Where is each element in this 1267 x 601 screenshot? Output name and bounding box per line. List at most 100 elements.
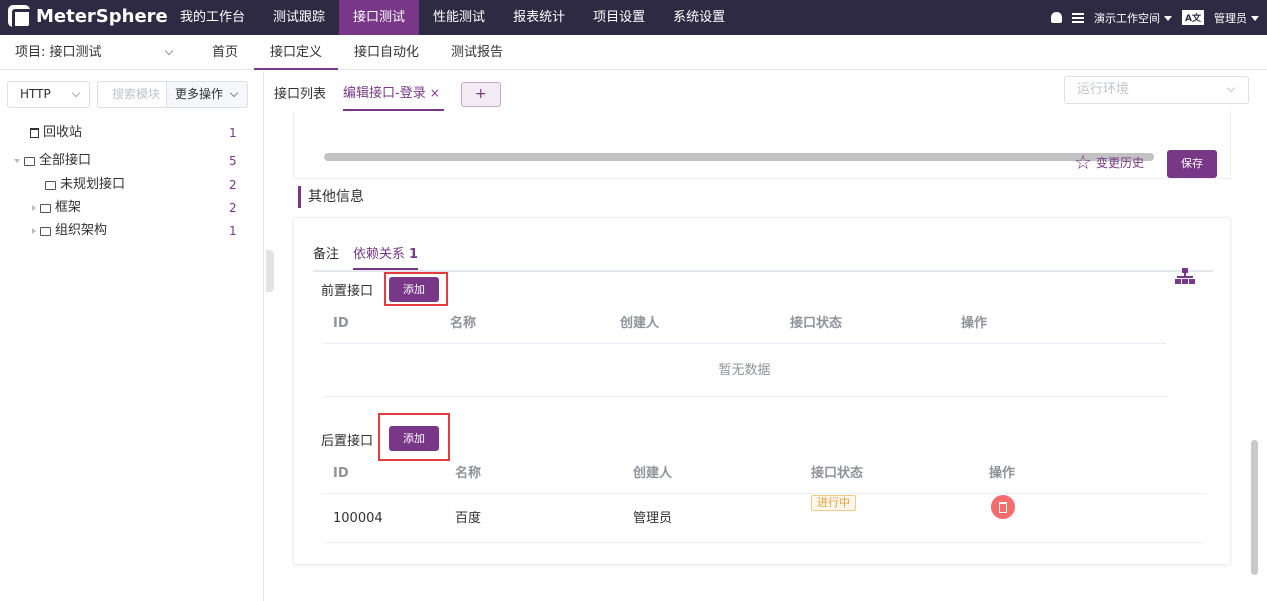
pre-api-empty: 暂无数据: [323, 345, 1166, 397]
logo[interactable]: MeterSphere: [8, 5, 168, 29]
tab-remark[interactable]: 备注: [313, 243, 339, 270]
api-edit-content: ☆ 变更历史 保存 其他信息 备注 依赖关系 1 前置接口 添加 ID 名称 创建…: [282, 111, 1242, 573]
more-operations-dropdown[interactable]: 更多操作: [166, 81, 248, 108]
tree-item-count: 2: [229, 178, 237, 192]
tree-item-label: 未规划接口: [60, 177, 126, 192]
folder-icon: [45, 180, 56, 190]
chevron-down-icon: [229, 88, 239, 98]
col-actions: 操作: [989, 466, 1016, 481]
col-status: 接口状态: [811, 466, 864, 481]
chevron-down-icon[interactable]: [164, 46, 174, 56]
cell-creator: 管理员: [633, 511, 673, 526]
top-navbar: MeterSphere 我的工作台 测试跟踪 接口测试 性能测试 报表统计 项目…: [0, 0, 1267, 35]
menu-system-settings[interactable]: 系统设置: [659, 0, 739, 35]
menu-workbench[interactable]: 我的工作台: [166, 0, 259, 35]
workspace-switcher[interactable]: 演示工作空间: [1094, 10, 1173, 26]
user-name: 管理员: [1214, 11, 1247, 25]
tree-item-count: 1: [229, 224, 237, 238]
add-pre-api-button[interactable]: 添加: [389, 277, 439, 302]
tree-item-unplanned[interactable]: 未规划接口 2: [0, 174, 264, 196]
tree-item-count: 2: [229, 201, 237, 215]
language-icon[interactable]: A文: [1182, 10, 1204, 25]
folder-icon: [24, 156, 35, 166]
trash-icon: [30, 128, 39, 138]
other-info-card: 备注 依赖关系 1 前置接口 添加 ID 名称 创建人 接口状态 操作 暂无数据 …: [293, 217, 1231, 565]
tab-label: 依赖关系: [353, 247, 406, 262]
tree-item-trash[interactable]: 回收站 1: [0, 122, 264, 144]
menu-test-track[interactable]: 测试跟踪: [259, 0, 339, 35]
dependency-count: 1: [409, 247, 419, 262]
api-tabs: 接口列表 编辑接口-登录 × +: [274, 78, 501, 111]
module-sidebar: HTTP 搜索模块 更多操作 回收站 1 全部接口 5 未规划接口 2 框架 2…: [0, 71, 264, 601]
subnav-home[interactable]: 首页: [196, 35, 254, 70]
environment-select[interactable]: 运行环境: [1064, 76, 1249, 104]
tab-divider: [313, 270, 1213, 272]
vertical-scrollbar[interactable]: [1251, 440, 1258, 575]
top-menu: 我的工作台 测试跟踪 接口测试 性能测试 报表统计 项目设置 系统设置: [166, 0, 739, 35]
col-id: ID: [333, 466, 349, 481]
tree-item-label: 组织架构: [55, 223, 108, 238]
tab-edit-login[interactable]: 编辑接口-登录 ×: [343, 78, 444, 111]
expand-arrow-icon[interactable]: [14, 159, 20, 163]
metersphere-logo-icon: [8, 5, 32, 29]
tree-item-count: 1: [229, 126, 237, 140]
environment-placeholder: 运行环境: [1077, 82, 1130, 97]
module-search-input[interactable]: 搜索模块: [97, 81, 167, 108]
subnav-api-definition[interactable]: 接口定义: [254, 35, 339, 70]
change-history-link[interactable]: ☆ 变更历史: [1074, 150, 1144, 174]
tree-item-org[interactable]: 组织架构 1: [0, 220, 264, 242]
sidebar-collapse-handle[interactable]: [266, 250, 274, 292]
subnav-test-report[interactable]: 测试报告: [435, 35, 519, 70]
tree-item-label: 框架: [55, 200, 82, 215]
tree-item-all-apis[interactable]: 全部接口 5: [0, 150, 264, 172]
request-card: ☆ 变更历史 保存: [293, 111, 1231, 179]
tab-dependencies[interactable]: 依赖关系 1: [353, 243, 419, 270]
horizontal-scrollbar[interactable]: [324, 153, 1154, 161]
project-selector[interactable]: 项目: 接口测试: [15, 35, 102, 70]
dependency-graph-icon[interactable]: [1175, 268, 1195, 286]
workspace-name: 演示工作空间: [1094, 11, 1161, 25]
col-creator: 创建人: [620, 316, 660, 331]
brand-name: MeterSphere: [36, 5, 168, 27]
top-right-tools: 演示工作空间 A文 管理员: [1051, 0, 1259, 35]
delete-button[interactable]: [991, 495, 1015, 519]
caret-down-icon: [1164, 16, 1173, 21]
status-badge: 进行中: [811, 495, 856, 511]
col-name: 名称: [450, 316, 477, 331]
menu-project-settings[interactable]: 项目设置: [579, 0, 659, 35]
protocol-select[interactable]: HTTP: [7, 81, 90, 108]
col-id: ID: [333, 316, 349, 331]
save-button[interactable]: 保存: [1167, 150, 1217, 178]
star-icon: ☆: [1074, 150, 1092, 174]
add-post-api-button[interactable]: 添加: [389, 426, 439, 451]
tree-item-label: 回收站: [43, 125, 83, 140]
bell-icon[interactable]: [1051, 12, 1063, 23]
expand-arrow-icon[interactable]: [32, 228, 36, 234]
menu-performance-test[interactable]: 性能测试: [419, 0, 499, 35]
folder-icon: [40, 203, 51, 213]
folder-icon: [40, 226, 51, 236]
chevron-down-icon: [1226, 83, 1236, 93]
expand-arrow-icon[interactable]: [32, 205, 36, 211]
tab-api-list[interactable]: 接口列表: [274, 80, 326, 110]
menu-report[interactable]: 报表统计: [499, 0, 579, 35]
tree-item-count: 5: [229, 154, 237, 168]
col-name: 名称: [455, 466, 482, 481]
project-navbar: 项目: 接口测试 首页 接口定义 接口自动化 测试报告: [0, 35, 1267, 70]
protocol-value: HTTP: [20, 87, 51, 101]
close-icon[interactable]: ×: [430, 86, 440, 100]
add-tab-button[interactable]: +: [460, 82, 501, 107]
col-actions: 操作: [961, 316, 988, 331]
post-api-label: 后置接口: [321, 434, 374, 449]
user-menu[interactable]: 管理员: [1214, 10, 1259, 26]
pre-api-label: 前置接口: [321, 284, 374, 299]
post-api-table-header: ID 名称 创建人 接口状态 操作: [323, 454, 1205, 494]
tree-item-framework[interactable]: 框架 2: [0, 197, 264, 219]
tree-item-label: 全部接口: [39, 153, 92, 168]
change-history-label: 变更历史: [1095, 155, 1144, 170]
menu-api-test[interactable]: 接口测试: [339, 0, 420, 35]
task-list-icon[interactable]: [1072, 12, 1085, 23]
subnav-api-automation[interactable]: 接口自动化: [338, 35, 435, 70]
cell-name: 百度: [455, 511, 482, 526]
table-row: 100004 百度 管理员 进行中: [323, 495, 1205, 543]
